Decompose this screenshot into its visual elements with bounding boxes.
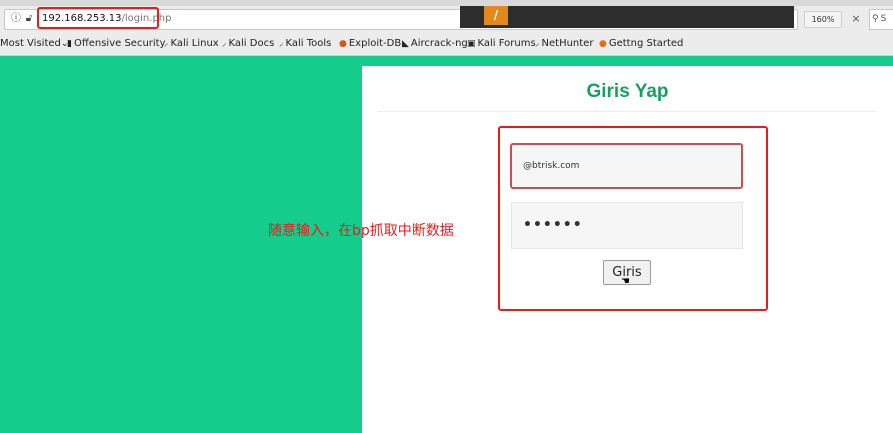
- bookmark-kali-tools[interactable]: ⸝ Kali Tools: [279, 37, 331, 51]
- form-highlight-box: [498, 126, 768, 311]
- insecure-lock-icon[interactable]: 🔓︎: [23, 13, 35, 25]
- bookmark-kali-forums[interactable]: ▣ Kali Forums: [467, 37, 536, 51]
- kali-dragon-icon: ⸝: [279, 39, 284, 49]
- bookmark-kali-docs[interactable]: ⸝ Kali Docs: [222, 37, 274, 51]
- bookmark-nethunter[interactable]: ⸝ NetHunter: [535, 37, 593, 51]
- forum-icon: ▣: [467, 39, 476, 49]
- kali-dragon-icon: ⸝: [222, 39, 227, 49]
- bookmark-exploit-db[interactable]: ● Exploit-DB: [339, 37, 401, 51]
- info-icon[interactable]: ⓘ: [10, 13, 22, 25]
- page-title: Giris Yap: [586, 81, 669, 102]
- kali-dragon-icon: ⸝: [535, 39, 540, 49]
- exploitdb-icon: ●: [339, 39, 347, 49]
- firefox-icon: ●: [599, 39, 607, 49]
- zoom-level[interactable]: 160%: [804, 11, 842, 28]
- bookmark-kali-linux[interactable]: ⸝ Kali Linux: [164, 37, 219, 51]
- kali-dragon-icon: ⸝: [164, 39, 169, 49]
- bookmark-aircrack-ng[interactable]: ◣ Aircrack-ng: [402, 37, 468, 51]
- search-box[interactable]: ⚲ S: [869, 9, 893, 30]
- search-placeholder: S: [880, 14, 887, 24]
- annotation-text: 随意输入，在bp抓取中断数据: [268, 223, 454, 239]
- bookmarks-toolbar: Most Visited⌄ ▮ Offensive Security ⸝ Kali …: [0, 32, 893, 56]
- close-icon[interactable]: ×: [848, 11, 864, 26]
- app-logo-icon: /: [484, 6, 508, 25]
- bookmark-offensive-security[interactable]: ▮ Offensive Security: [67, 37, 166, 51]
- offsec-icon: ▮: [67, 39, 72, 49]
- search-icon: ⚲: [872, 14, 879, 24]
- bookmark-getting-started[interactable]: ● Gettng Started: [599, 37, 683, 51]
- screen-overlay: [460, 6, 794, 28]
- bookmark-most-visited[interactable]: Most Visited⌄: [0, 37, 70, 51]
- aircrack-icon: ◣: [402, 39, 409, 49]
- title-divider: [377, 111, 877, 112]
- login-card: Giris Yap @btrisk.com •••••• Giris ☚: [362, 66, 893, 433]
- page-content: Giris Yap @btrisk.com •••••• Giris ☚ 随意输…: [0, 56, 893, 433]
- url-highlight-box: [37, 7, 159, 29]
